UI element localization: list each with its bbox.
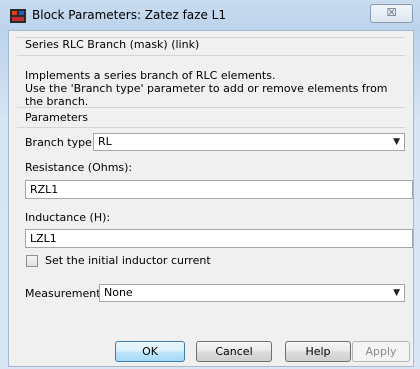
parameters-rule: [17, 127, 405, 128]
resistance-field[interactable]: RZL1: [25, 180, 413, 199]
inductance-label: Inductance (H):: [25, 211, 111, 224]
ok-button[interactable]: OK: [115, 341, 185, 362]
title-bar[interactable]: Block Parameters: Zatez faze L1 ☒: [0, 0, 420, 30]
close-icon: ☒: [386, 6, 397, 19]
measurements-select[interactable]: None ▼: [99, 284, 405, 302]
description-line-1: Implements a series branch of RLC elemen…: [25, 69, 276, 82]
measurements-label: Measurements: [25, 287, 107, 300]
parameters-title: Parameters: [25, 111, 88, 124]
cancel-button[interactable]: Cancel: [196, 341, 272, 362]
close-button[interactable]: ☒: [370, 4, 413, 23]
block-header: Series RLC Branch (mask) (link): [25, 38, 200, 51]
help-button[interactable]: Help: [285, 341, 351, 362]
dialog-window: Block Parameters: Zatez faze L1 ☒ Series…: [0, 0, 420, 369]
chevron-down-icon: ▼: [393, 288, 400, 298]
window-title: Block Parameters: Zatez faze L1: [32, 8, 226, 22]
simulink-block-icon: [10, 9, 26, 23]
chevron-down-icon: ▼: [393, 137, 400, 147]
branch-type-label: Branch type:: [25, 136, 96, 149]
resistance-value: RZL1: [30, 183, 59, 196]
inductance-field[interactable]: LZL1: [25, 229, 413, 248]
block-description: Implements a series branch of RLC elemen…: [25, 69, 405, 108]
branch-type-select[interactable]: RL ▼: [93, 133, 405, 151]
parameters-divider: [17, 107, 405, 108]
description-line-2: Use the 'Branch type' parameter to add o…: [25, 82, 388, 108]
branch-type-value: RL: [98, 135, 112, 148]
block-header-rule: [17, 55, 405, 56]
dialog-client-area: Series RLC Branch (mask) (link) Implemen…: [8, 30, 414, 367]
inductance-value: LZL1: [30, 232, 57, 245]
resistance-label: Resistance (Ohms):: [25, 161, 133, 174]
initial-current-label: Set the initial inductor current: [45, 254, 211, 267]
initial-current-checkbox[interactable]: [26, 255, 38, 267]
measurements-value: None: [104, 286, 133, 299]
apply-button[interactable]: Apply: [352, 341, 410, 362]
